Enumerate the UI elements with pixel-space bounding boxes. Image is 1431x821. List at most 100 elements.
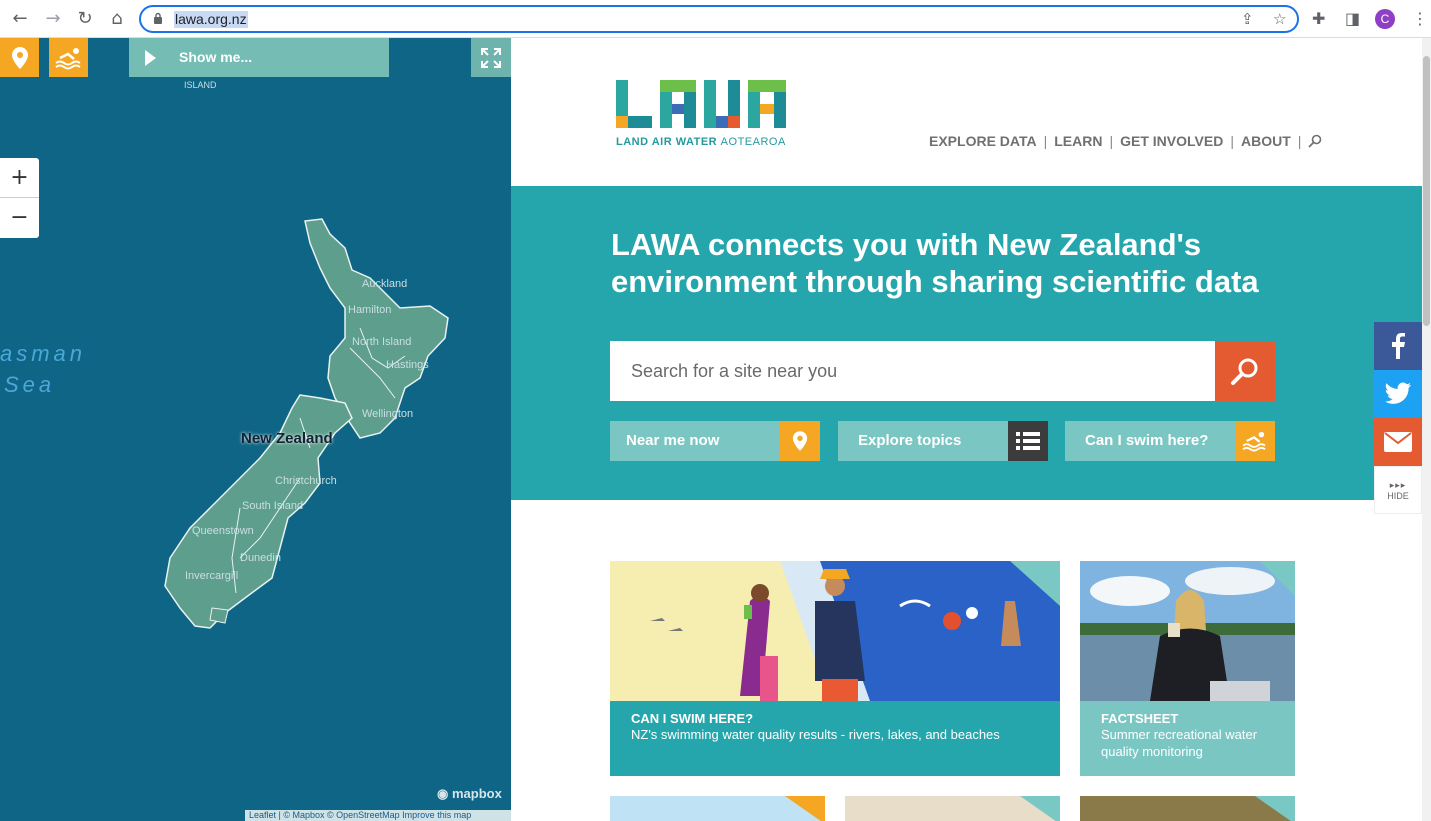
email-icon	[1384, 432, 1412, 452]
website-content: LAND AIR WATER AOTEAROA EXPLORE DATA | LE…	[511, 38, 1422, 821]
hero-title: LAWA connects you with New Zealand's env…	[611, 227, 1259, 299]
scrollbar-thumb[interactable]	[1423, 56, 1430, 326]
country-label: New Zealand	[241, 430, 333, 447]
explore-topics-label: Explore topics	[858, 432, 962, 449]
zoom-in-button[interactable]: +	[0, 158, 39, 198]
near-me-now-label: Near me now	[626, 432, 720, 449]
search-icon	[1231, 358, 1258, 385]
city-label: Hastings	[386, 359, 429, 371]
url-text[interactable]: lawa.org.nz	[174, 11, 248, 28]
card-corner-accent	[785, 796, 825, 821]
page-scrollbar[interactable]	[1422, 38, 1431, 821]
sea-label: asman Sea	[0, 338, 86, 400]
social-share-bar: ▸▸▸ HIDE	[1374, 322, 1422, 514]
map-panel[interactable]: Show me... ISLAND + − asman Sea Auckland…	[0, 38, 511, 821]
nav-learn[interactable]: LEARN	[1054, 133, 1102, 149]
main-nav: EXPLORE DATA | LEARN | GET INVOLVED | ABOUT…	[929, 133, 1322, 149]
email-share-button[interactable]	[1374, 418, 1422, 466]
city-label: Dunedin	[240, 552, 281, 564]
browser-toolbar: ← → ↻ ⌂ lawa.org.nz ⇪ ☆ ✚ ◨ C ⋮	[0, 0, 1431, 38]
zoom-control: + −	[0, 158, 39, 238]
search-icon[interactable]	[1308, 134, 1322, 148]
card-swim-caption: CAN I SWIM HERE? NZ's swimming water qua…	[610, 701, 1060, 776]
show-me-label: Show me...	[179, 49, 253, 65]
card-swim[interactable]: CAN I SWIM HERE? NZ's swimming water qua…	[610, 561, 1060, 776]
swimmer-icon	[54, 47, 81, 69]
card-description: NZ's swimming water quality results - ri…	[631, 727, 1000, 742]
hero-section: LAWA connects you with New Zealand's env…	[511, 186, 1422, 500]
explore-topics-button[interactable]: Explore topics	[838, 421, 1048, 461]
logo-tagline-bold: LAND AIR WATER	[616, 136, 718, 148]
city-label: North Island	[352, 336, 412, 348]
list-icon	[1008, 421, 1048, 461]
lawa-logo[interactable]	[616, 78, 788, 135]
card-factsheet-photo	[1080, 561, 1295, 701]
chevrons-right-icon: ▸▸▸	[1389, 479, 1407, 490]
card-swim-illustration	[610, 561, 1060, 701]
logo-tagline-light: AOTEAROA	[720, 136, 786, 148]
facebook-share-button[interactable]	[1374, 322, 1422, 370]
location-filter-button[interactable]	[0, 38, 39, 77]
card-factsheet-caption: FACTSHEET Summer recreational water qual…	[1080, 701, 1295, 776]
back-arrow-icon[interactable]: ←	[9, 8, 31, 30]
card-corner-accent	[1020, 796, 1060, 821]
profile-avatar[interactable]: C	[1375, 9, 1395, 29]
twitter-share-button[interactable]	[1374, 370, 1422, 418]
card-partial-2[interactable]	[845, 796, 1060, 821]
mapbox-logo[interactable]: ◉ mapbox	[437, 786, 502, 802]
swimmer-icon	[1235, 421, 1275, 461]
bookmark-star-icon[interactable]: ☆	[1273, 10, 1286, 28]
lock-icon	[154, 12, 162, 24]
card-description: Summer recreational water quality monito…	[1101, 727, 1258, 759]
search-button[interactable]	[1215, 341, 1275, 401]
city-label: Invercargill	[185, 570, 239, 582]
nav-about[interactable]: ABOUT	[1241, 133, 1291, 149]
address-bar[interactable]: lawa.org.nz ⇪ ☆	[139, 5, 1299, 33]
city-label: South Island	[242, 500, 304, 512]
reload-icon[interactable]: ↻	[74, 8, 96, 30]
mapbox-icon: ◉	[437, 786, 449, 801]
card-title: FACTSHEET	[1101, 711, 1179, 726]
hide-label: HIDE	[1387, 490, 1409, 501]
city-label: Queenstown	[192, 525, 254, 537]
swim-filter-button[interactable]	[49, 38, 88, 77]
island-label: ISLAND	[184, 80, 217, 90]
city-label: Christchurch	[275, 475, 337, 487]
zoom-out-button[interactable]: −	[0, 198, 39, 238]
nav-get-involved[interactable]: GET INVOLVED	[1120, 133, 1223, 149]
location-pin-icon	[780, 421, 820, 461]
fullscreen-icon	[481, 47, 501, 68]
fullscreen-button[interactable]	[471, 38, 511, 77]
forward-arrow-icon[interactable]: →	[42, 8, 64, 30]
card-corner-accent	[1255, 796, 1295, 821]
mapbox-label: mapbox	[451, 786, 502, 801]
card-title: CAN I SWIM HERE?	[631, 711, 754, 726]
extensions-puzzle-icon[interactable]: ✚	[1312, 9, 1325, 28]
city-label: Auckland	[362, 278, 408, 290]
nav-explore-data[interactable]: EXPLORE DATA	[929, 133, 1037, 149]
menu-kebab-icon[interactable]: ⋮	[1412, 9, 1428, 28]
city-label: Wellington	[362, 408, 414, 420]
show-me-button[interactable]: Show me...	[129, 38, 389, 77]
city-label: Hamilton	[348, 304, 392, 316]
card-partial-3[interactable]	[1080, 796, 1295, 821]
side-panel-icon[interactable]: ◨	[1345, 9, 1360, 28]
card-partial-1[interactable]	[610, 796, 825, 821]
logo-tagline: LAND AIR WATER AOTEAROA	[616, 136, 786, 148]
lawa-logo-mark	[616, 80, 786, 128]
location-pin-icon	[11, 46, 28, 69]
can-i-swim-button[interactable]: Can I swim here?	[1065, 421, 1275, 461]
near-me-now-button[interactable]: Near me now	[610, 421, 820, 461]
map-attribution[interactable]: Leaflet | © Mapbox © OpenStreetMap Impro…	[245, 810, 511, 821]
can-i-swim-label: Can I swim here?	[1085, 432, 1209, 449]
site-search-input[interactable]: Search for a site near you	[610, 341, 1215, 401]
hide-social-button[interactable]: ▸▸▸ HIDE	[1374, 466, 1422, 514]
twitter-icon	[1385, 382, 1411, 404]
card-factsheet[interactable]: FACTSHEET Summer recreational water qual…	[1080, 561, 1295, 776]
home-icon[interactable]: ⌂	[106, 8, 128, 30]
play-icon	[145, 50, 156, 66]
sea-label-line1: asman	[0, 341, 87, 366]
share-icon[interactable]: ⇪	[1241, 10, 1254, 28]
sea-label-line2: Sea	[4, 372, 56, 397]
facebook-icon	[1392, 333, 1405, 359]
